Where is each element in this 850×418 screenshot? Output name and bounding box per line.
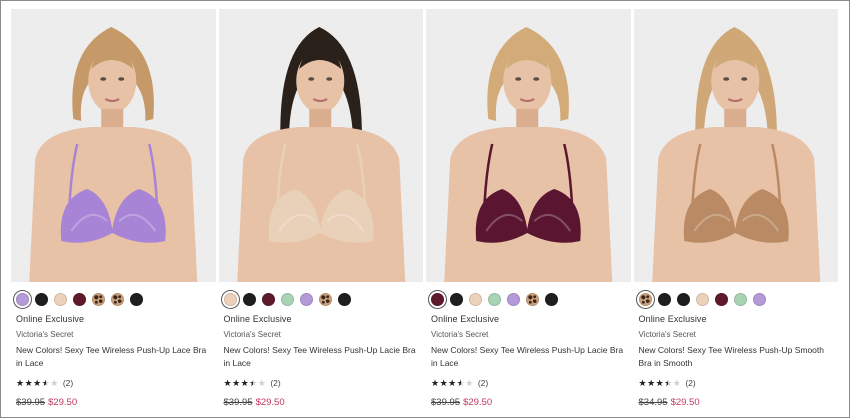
color-swatch-sage[interactable] [280, 292, 294, 306]
rating[interactable]: ★★★★★★★★★★ (2) [16, 378, 216, 388]
color-swatch-black-2[interactable] [545, 292, 558, 306]
product-image[interactable] [426, 9, 631, 282]
product-card[interactable]: Online Exclusive Victoria's Secret New Col… [633, 9, 839, 411]
color-swatch-black[interactable] [450, 292, 463, 306]
color-swatch-lavender[interactable] [299, 292, 313, 306]
sale-price: $29.50 [463, 397, 493, 408]
sale-price: $29.50 [255, 397, 285, 408]
review-count[interactable]: (2) [63, 378, 73, 388]
online-exclusive-label: Online Exclusive [16, 314, 85, 324]
color-swatch-wine[interactable] [431, 292, 444, 306]
color-swatch-leopard[interactable] [92, 292, 105, 306]
review-count[interactable]: (2) [270, 378, 280, 388]
product-image[interactable] [218, 9, 423, 282]
color-swatches [431, 291, 631, 307]
color-swatch-wine[interactable] [73, 292, 86, 306]
color-swatches [223, 291, 424, 307]
product-grid: Online Exclusive Victoria's Secret New Col… [11, 9, 838, 411]
sale-price: $29.50 [670, 397, 700, 408]
product-photo-illustration [218, 9, 423, 282]
star-rating-icon: ★★★★★★★★★★ [223, 378, 267, 388]
color-swatch-sage[interactable] [733, 292, 747, 306]
color-swatch-black-2[interactable] [337, 292, 351, 306]
product-name-link[interactable]: New Colors! Sexy Tee Wireless Push-Up La… [224, 344, 419, 370]
online-exclusive-label: Online Exclusive [223, 314, 292, 324]
product-name-link[interactable]: New Colors! Sexy Tee Wireless Push-Up La… [16, 344, 211, 370]
color-swatch-leopard[interactable] [638, 292, 652, 306]
brand-name: Victoria's Secret [638, 330, 696, 339]
color-swatch-nude[interactable] [223, 292, 237, 306]
review-count[interactable]: (2) [685, 378, 695, 388]
product-name-link[interactable]: New Colors! Sexy Tee Wireless Push-Up La… [431, 344, 626, 370]
color-swatch-black[interactable] [242, 292, 256, 306]
color-swatch-leopard[interactable] [526, 292, 539, 306]
color-swatch-nude[interactable] [695, 292, 709, 306]
product-card[interactable]: Online Exclusive Victoria's Secret New Col… [426, 9, 631, 411]
color-swatch-black-2[interactable] [130, 292, 143, 306]
color-swatch-nude[interactable] [469, 292, 482, 306]
sale-price: $29.50 [48, 397, 78, 408]
rating[interactable]: ★★★★★★★★★★ (2) [431, 378, 631, 388]
color-swatch-black[interactable] [657, 292, 671, 306]
color-swatch-wine[interactable] [261, 292, 275, 306]
product-photo-illustration [426, 9, 631, 282]
color-swatch-sage[interactable] [488, 292, 501, 306]
brand-name: Victoria's Secret [223, 330, 281, 339]
product-photo-illustration [633, 9, 838, 282]
color-swatch-black-2[interactable] [676, 292, 690, 306]
online-exclusive-label: Online Exclusive [638, 314, 707, 324]
color-swatch-black[interactable] [35, 292, 48, 306]
original-price: $34.95 [638, 397, 668, 408]
color-swatch-wine[interactable] [714, 292, 728, 306]
brand-name: Victoria's Secret [16, 330, 74, 339]
color-swatches [638, 291, 839, 307]
price: $34.95 $29.50 [639, 397, 839, 408]
color-swatch-leopard[interactable] [318, 292, 332, 306]
color-swatch-leopard-2[interactable] [111, 292, 124, 306]
original-price: $39.95 [16, 397, 46, 408]
color-swatch-lavender[interactable] [16, 292, 29, 306]
product-card[interactable]: Online Exclusive Victoria's Secret New Col… [218, 9, 424, 411]
online-exclusive-label: Online Exclusive [431, 314, 500, 324]
rating[interactable]: ★★★★★★★★★★(2) [224, 378, 424, 388]
star-rating-icon: ★★★★★★★★★★ [16, 378, 59, 388]
original-price: $39.95 [431, 397, 461, 408]
rating[interactable]: ★★★★★★★★★★(2) [639, 378, 839, 388]
price: $39.95 $29.50 [224, 397, 424, 408]
color-swatch-lavender[interactable] [752, 292, 766, 306]
brand-name: Victoria's Secret [431, 330, 489, 339]
color-swatch-lavender[interactable] [507, 292, 520, 306]
product-card[interactable]: Online Exclusive Victoria's Secret New Col… [11, 9, 216, 411]
original-price: $39.95 [223, 397, 253, 408]
star-rating-icon: ★★★★★★★★★★ [431, 378, 474, 388]
star-rating-icon: ★★★★★★★★★★ [638, 378, 682, 388]
price: $39.95 $29.50 [431, 397, 631, 408]
review-count[interactable]: (2) [478, 378, 488, 388]
product-image[interactable] [11, 9, 216, 282]
product-photo-illustration [11, 9, 216, 282]
color-swatch-nude[interactable] [54, 292, 67, 306]
price: $39.95 $29.50 [16, 397, 216, 408]
product-image[interactable] [633, 9, 838, 282]
product-grid-frame: Online Exclusive Victoria's Secret New Col… [0, 0, 850, 418]
product-name-link[interactable]: New Colors! Sexy Tee Wireless Push-Up Sm… [639, 344, 834, 370]
color-swatches [16, 291, 216, 307]
